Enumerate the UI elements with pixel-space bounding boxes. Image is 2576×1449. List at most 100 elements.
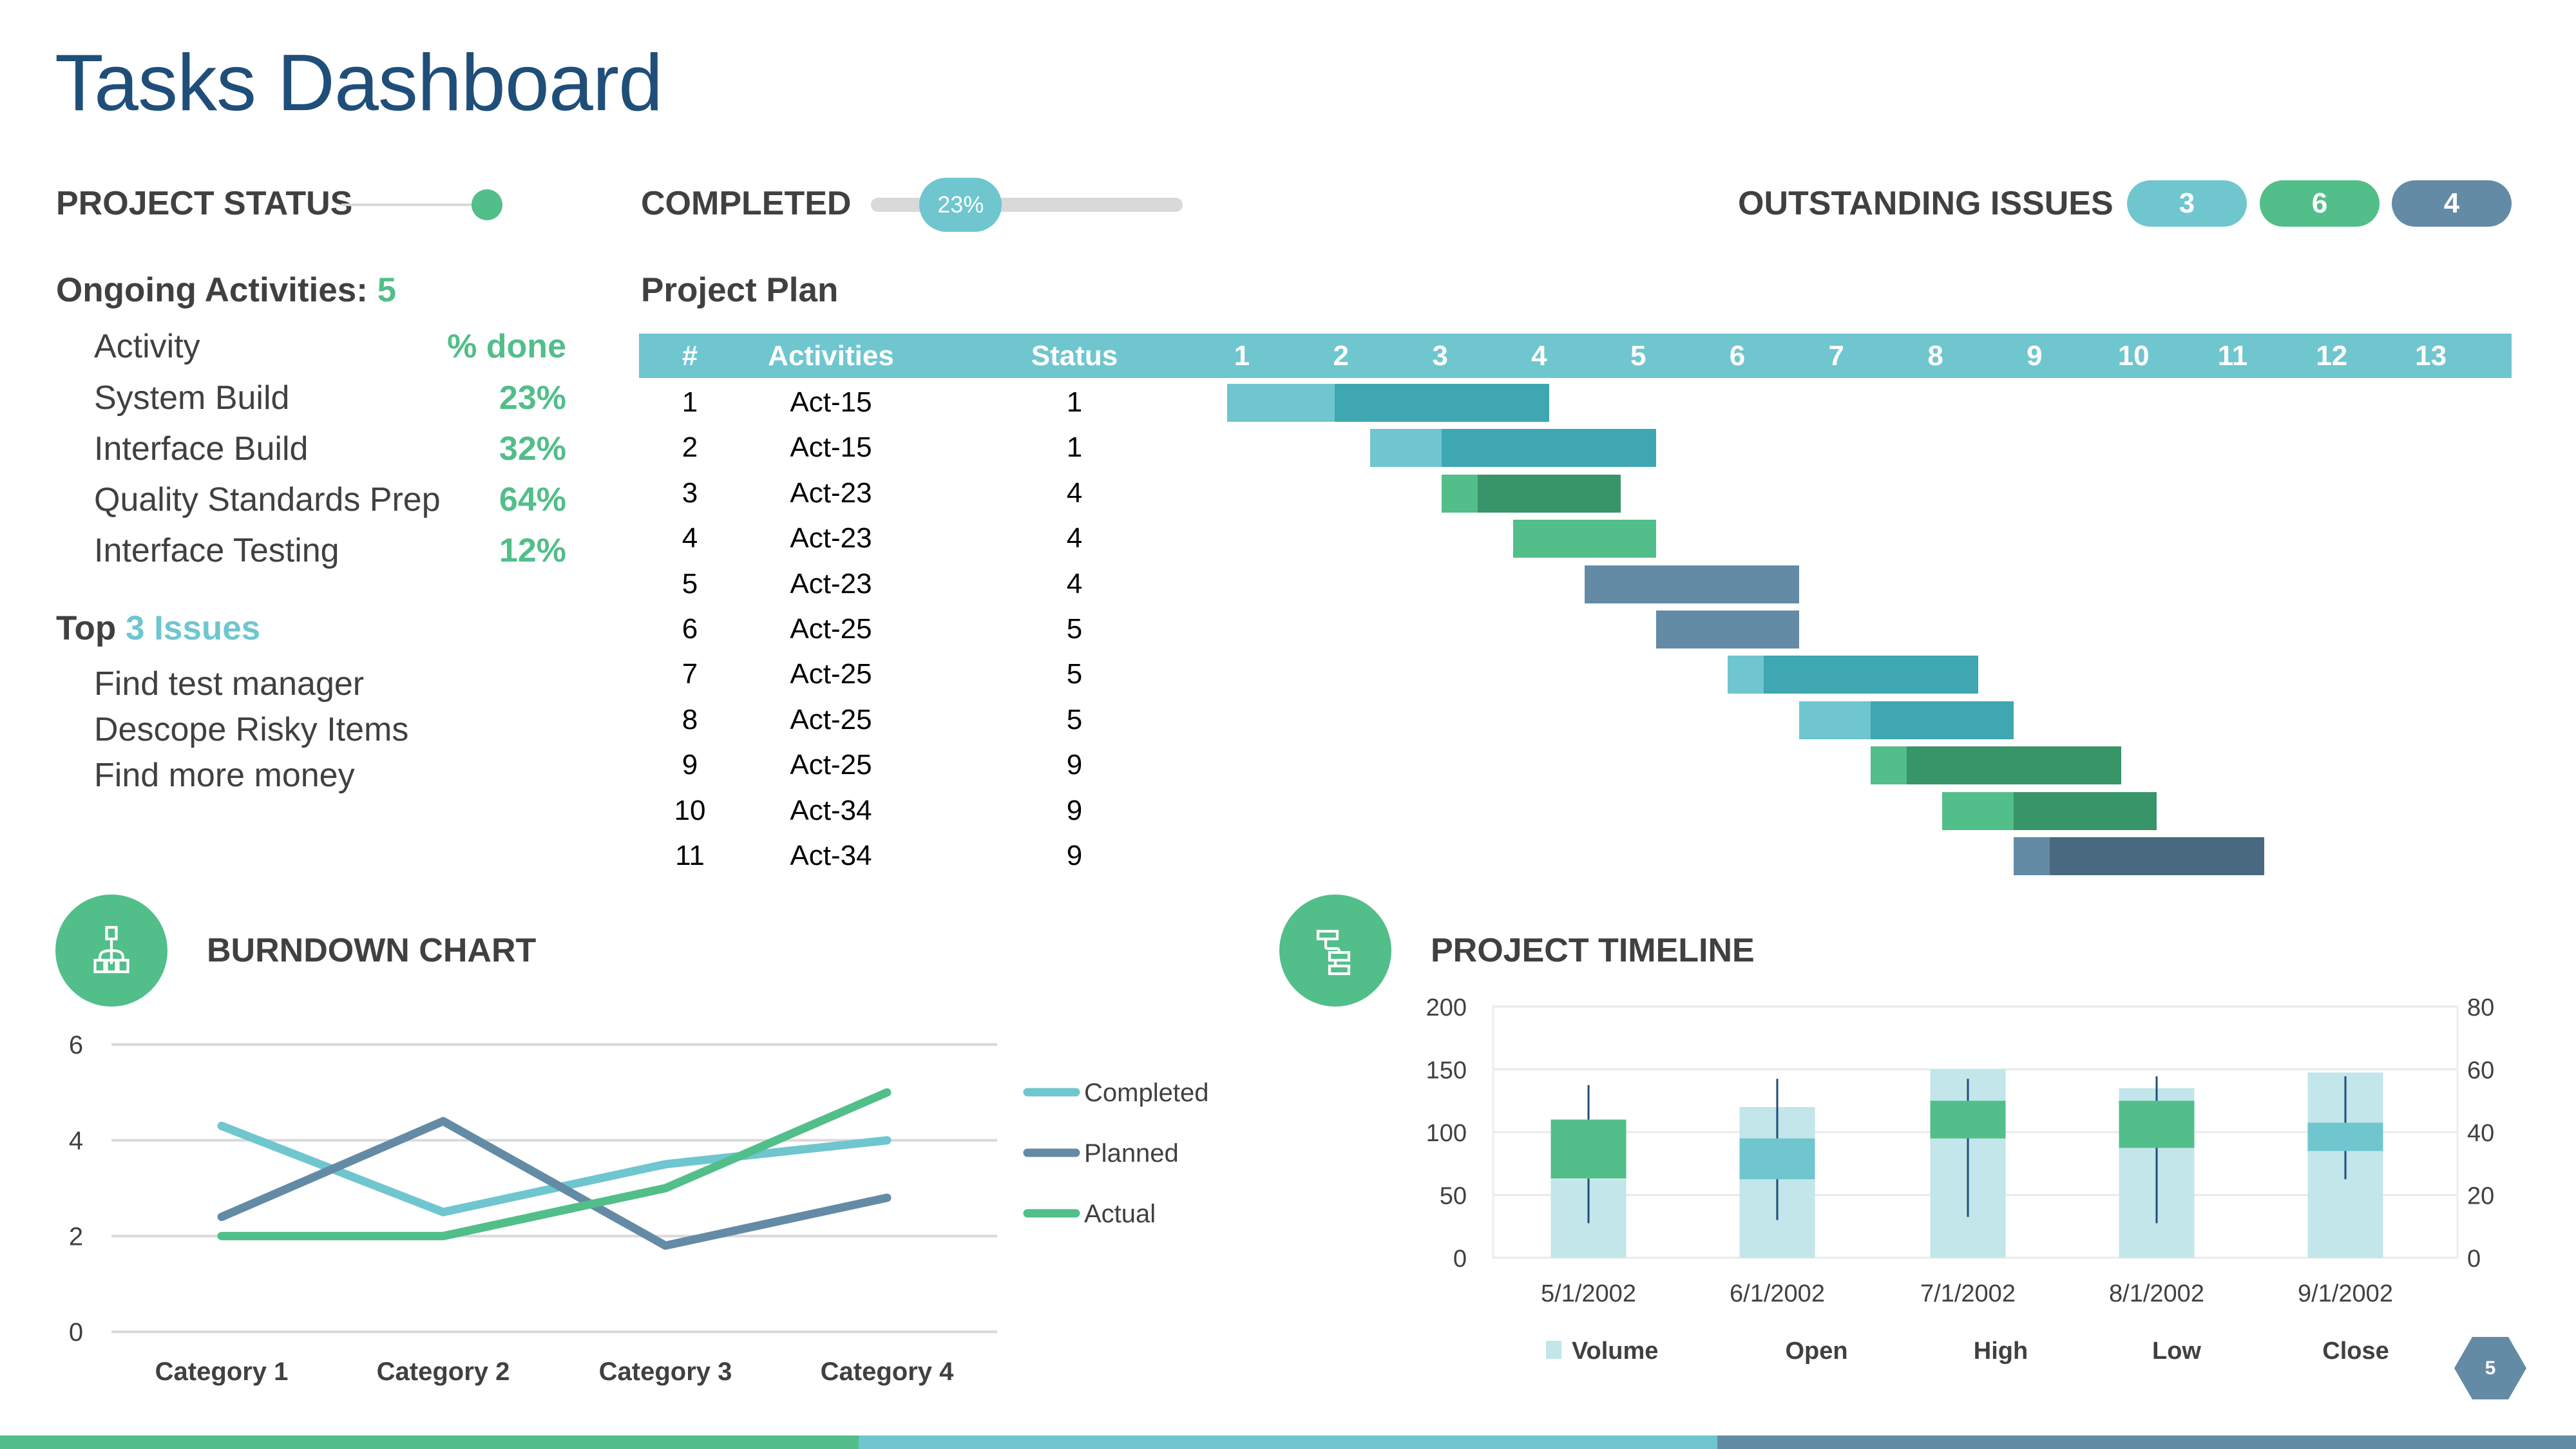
gantt-bar-planned[interactable] bbox=[1942, 791, 2014, 830]
gantt-row-activity: Act-15 bbox=[790, 386, 872, 418]
gantt-bar-planned[interactable] bbox=[1799, 701, 1871, 739]
gantt-week-10: 10 bbox=[2117, 340, 2150, 372]
issue-item: Find more money bbox=[94, 757, 355, 794]
gantt-row-number: 10 bbox=[674, 794, 706, 826]
activity-percent: 12% bbox=[499, 532, 566, 569]
outstanding-issues-label: OUTSTANDING ISSUES bbox=[1738, 185, 2113, 222]
issue-count-badge[interactable]: 6 bbox=[2260, 180, 2380, 227]
burndown-x-tick: Category 1 bbox=[155, 1358, 289, 1386]
gantt-week-13: 13 bbox=[2415, 340, 2447, 372]
gantt-week-4: 4 bbox=[1531, 340, 1547, 372]
completed-progress-value: 23% bbox=[937, 191, 984, 218]
activity-name: Interface Testing bbox=[94, 532, 339, 569]
timeline-candle-body bbox=[1550, 1119, 1627, 1179]
gantt-bar-progress[interactable] bbox=[1442, 429, 1656, 468]
activity-row: Quality Standards Prep 64% bbox=[94, 480, 566, 519]
gantt-bar-progress[interactable] bbox=[1763, 656, 1978, 694]
footer-stripe-green bbox=[0, 1435, 859, 1449]
timeline-y2-tick: 60 bbox=[2467, 1057, 2494, 1084]
issue-count-badge[interactable]: 3 bbox=[2127, 180, 2247, 227]
timeline-y-tick: 200 bbox=[1426, 994, 1467, 1021]
issue-count-value: 6 bbox=[2311, 187, 2328, 219]
gantt-bar-progress[interactable] bbox=[2049, 837, 2264, 875]
gantt-week-9: 9 bbox=[2027, 340, 2043, 372]
activity-header-row: Activity % done bbox=[94, 327, 566, 366]
page-title: Tasks Dashboard bbox=[55, 39, 663, 128]
issue-count-badge[interactable]: 4 bbox=[2392, 180, 2512, 227]
gantt-bar-planned[interactable] bbox=[1442, 474, 1478, 513]
timeline-legend-label: Open bbox=[1785, 1338, 1847, 1365]
timeline-legend-swatch bbox=[1546, 1341, 1561, 1359]
burndown-y-tick: 4 bbox=[69, 1127, 83, 1155]
gantt-row-status: 5 bbox=[1066, 703, 1083, 735]
gantt-row-activity: Act-34 bbox=[790, 794, 872, 826]
gantt-bar-planned[interactable] bbox=[1513, 520, 1656, 558]
gantt-row-number: 5 bbox=[682, 567, 698, 600]
gantt-bar-planned[interactable] bbox=[1871, 746, 1907, 785]
burndown-icon-badge bbox=[55, 895, 167, 1007]
timeline-y2-tick: 20 bbox=[2467, 1183, 2494, 1210]
gantt-bar-progress[interactable] bbox=[1334, 384, 1549, 422]
completed-progress-pill: 23% bbox=[919, 178, 1002, 232]
gantt-row-status: 5 bbox=[1066, 658, 1083, 690]
gantt-row-number: 8 bbox=[682, 703, 698, 735]
timeline-y2-tick: 40 bbox=[2467, 1120, 2494, 1147]
gantt-week-2: 2 bbox=[1333, 340, 1350, 372]
page-number: 5 bbox=[2485, 1357, 2496, 1379]
gantt-week-6: 6 bbox=[1729, 340, 1746, 372]
gantt-week-11: 11 bbox=[2217, 340, 2248, 372]
gantt-week-5: 5 bbox=[1630, 340, 1646, 372]
gantt-bar-progress[interactable] bbox=[2014, 791, 2157, 830]
timeline-x-tick: 5/1/2002 bbox=[1541, 1280, 1636, 1307]
activity-percent: 23% bbox=[499, 379, 566, 417]
gantt-bar-progress[interactable] bbox=[1906, 746, 2121, 785]
ongoing-activities-label: Ongoing Activities: bbox=[56, 271, 368, 309]
gantt-row-number: 1 bbox=[682, 386, 698, 418]
gantt-bar-planned[interactable] bbox=[2014, 837, 2050, 875]
gantt-row-status: 9 bbox=[1066, 749, 1083, 781]
gantt-bar-planned[interactable] bbox=[1585, 565, 1799, 603]
gantt-row-activity: Act-25 bbox=[790, 749, 872, 781]
gantt-row-activity: Act-25 bbox=[790, 613, 872, 645]
project-status-indicator bbox=[472, 189, 502, 220]
activity-percent: 32% bbox=[499, 430, 566, 468]
gantt-bar-planned[interactable] bbox=[1656, 611, 1799, 649]
gantt-row-status: 9 bbox=[1066, 840, 1083, 871]
gantt-row-activity: Act-34 bbox=[790, 840, 872, 871]
issue-count-value: 4 bbox=[2443, 187, 2460, 219]
gantt-week-7: 7 bbox=[1828, 340, 1845, 372]
timeline-chart: 0 50 100 150 200 0 20 40 60 80 5/1/2002 6/1/2002 7/1… bbox=[1426, 994, 2495, 1365]
gantt-row-activity: Act-25 bbox=[790, 658, 872, 690]
top-issues-prefix: Top bbox=[56, 609, 117, 647]
gantt-row-status: 4 bbox=[1066, 477, 1083, 509]
timeline-y2-tick: 0 bbox=[2467, 1245, 2481, 1273]
timeline-y-tick: 100 bbox=[1426, 1120, 1467, 1147]
timeline-icon bbox=[1316, 929, 1351, 976]
burndown-x-tick: Category 4 bbox=[821, 1358, 954, 1386]
gantt-row-activity: Act-23 bbox=[790, 522, 872, 554]
timeline-legend-label: Volume bbox=[1572, 1338, 1658, 1365]
footer-stripe-teal bbox=[859, 1435, 1717, 1449]
issue-item: Find test manager bbox=[94, 665, 365, 703]
burndown-chart: 0 2 4 6 Category 1 Category 2 Category 3 Catego… bbox=[69, 1031, 1209, 1386]
gantt-bar-planned[interactable] bbox=[1728, 656, 1764, 694]
timeline-icon-badge bbox=[1279, 895, 1391, 1007]
gantt-bar-planned[interactable] bbox=[1370, 429, 1442, 468]
burndown-x-tick: Category 2 bbox=[377, 1358, 510, 1386]
burndown-legend-label: Actual bbox=[1084, 1200, 1156, 1228]
gantt-bar-progress[interactable] bbox=[1477, 474, 1621, 513]
burndown-x-tick: Category 3 bbox=[599, 1358, 732, 1386]
gantt-bar-planned[interactable] bbox=[1227, 384, 1335, 422]
burndown-title: BURNDOWN CHART bbox=[207, 932, 537, 969]
timeline-candle-body bbox=[2119, 1101, 2195, 1148]
activity-row: Interface Testing 12% bbox=[94, 531, 566, 570]
completed-progress-track bbox=[871, 198, 1183, 212]
activity-row: System Build 23% bbox=[94, 379, 566, 417]
timeline-x-tick: 8/1/2002 bbox=[2109, 1280, 2204, 1307]
gantt-row-status: 5 bbox=[1066, 613, 1083, 645]
timeline-candle-body bbox=[2307, 1122, 2383, 1151]
gantt-row-status: 4 bbox=[1066, 522, 1083, 554]
timeline-y-tick: 50 bbox=[1440, 1183, 1467, 1210]
timeline-legend-label: High bbox=[1974, 1338, 2028, 1365]
gantt-bar-progress[interactable] bbox=[1871, 701, 2014, 739]
